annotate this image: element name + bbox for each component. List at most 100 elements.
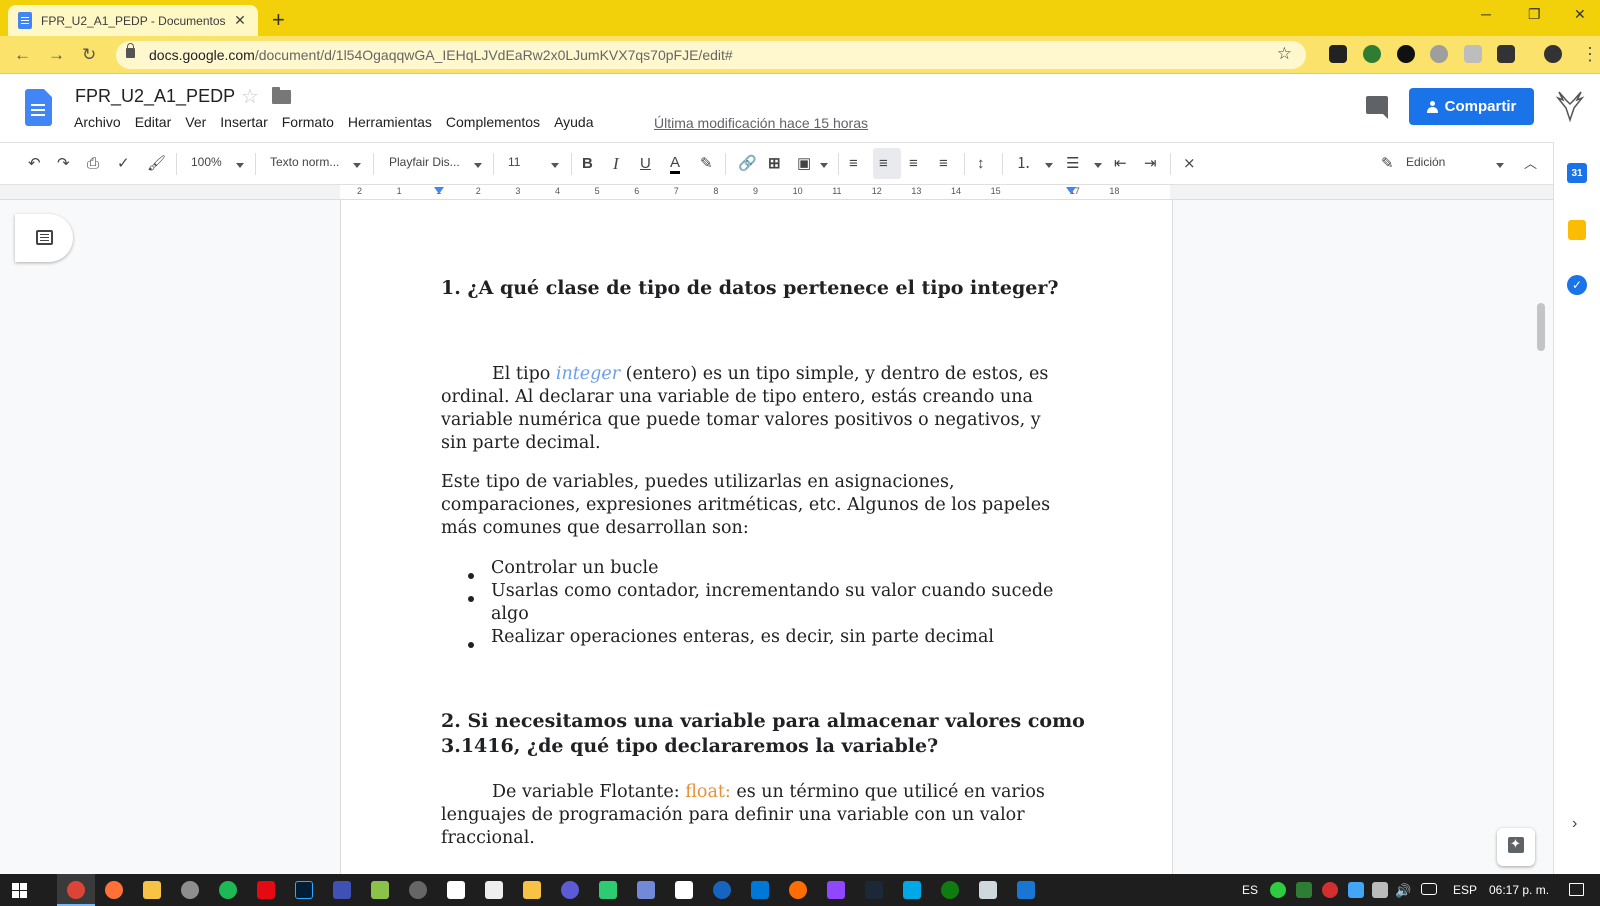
file-explorer-taskbar-icon[interactable] (143, 881, 161, 899)
scrollbar-thumb[interactable] (1537, 303, 1545, 351)
minimize-window-button[interactable]: ─ (1481, 6, 1491, 22)
twitch-taskbar-icon[interactable] (827, 881, 845, 899)
app-taskbar-icon-13[interactable] (523, 881, 541, 899)
extension-icon-4[interactable] (1430, 45, 1448, 63)
undo-icon[interactable]: ↶ (28, 154, 41, 174)
underline-button[interactable]: U (640, 154, 651, 174)
expand-side-panel-icon[interactable]: › (1572, 815, 1577, 833)
clear-formatting-icon[interactable]: ⨯ (1183, 154, 1196, 174)
volume-icon[interactable]: 🔊 (1395, 883, 1411, 899)
tray-icon-4[interactable] (1348, 882, 1364, 898)
bold-button[interactable]: B (582, 154, 593, 174)
network-icon[interactable] (1421, 883, 1437, 895)
menu-ver[interactable]: Ver (185, 114, 206, 130)
size-chevron-down-icon[interactable] (551, 163, 559, 168)
app-taskbar-icon-18[interactable] (713, 881, 731, 899)
font-size-select[interactable]: 11 (508, 155, 520, 169)
input-language-indicator[interactable]: ES (1242, 883, 1258, 897)
url-text[interactable]: docs.google.com/document/d/1l54OgaqqwGA_… (149, 47, 733, 63)
steam-taskbar-icon[interactable] (865, 881, 883, 899)
document-outline-button[interactable] (15, 214, 73, 262)
app-taskbar-icon-14[interactable] (561, 881, 579, 899)
address-bar[interactable]: docs.google.com/document/d/1l54OgaqqwGA_… (116, 41, 1306, 69)
font-select[interactable]: Playfair Dis... (389, 155, 460, 169)
menu-complementos[interactable]: Complementos (446, 114, 540, 130)
document-title[interactable]: FPR_U2_A1_PEDP (75, 86, 235, 107)
collapse-menus-icon[interactable]: ︿ (1524, 154, 1537, 174)
menu-herramientas[interactable]: Herramientas (348, 114, 432, 130)
align-left-icon[interactable]: ≡ (849, 154, 858, 174)
zoom-select[interactable]: 100% (191, 155, 222, 169)
app-taskbar-icon-20[interactable] (789, 881, 807, 899)
restore-window-button[interactable]: ❐ (1528, 6, 1541, 23)
image-chevron-down-icon[interactable] (820, 163, 828, 168)
redo-icon[interactable]: ↷ (57, 154, 70, 174)
reload-button[interactable]: ↻ (82, 45, 96, 65)
align-justify-icon[interactable]: ≡ (939, 154, 948, 174)
netflix-taskbar-icon[interactable] (257, 881, 275, 899)
print-icon[interactable]: ⎙ (87, 154, 99, 174)
tray-icon-3[interactable] (1322, 882, 1338, 898)
align-center-icon[interactable]: ≡ (879, 154, 888, 174)
tray-shield-icon[interactable] (1296, 882, 1312, 898)
xbox-taskbar-icon[interactable] (941, 881, 959, 899)
app-taskbar-icon-26[interactable] (1017, 881, 1035, 899)
app-taskbar-icon-4[interactable] (181, 881, 199, 899)
bulleted-list-chevron-down-icon[interactable] (1094, 163, 1102, 168)
insert-link-icon[interactable]: 🔗 (738, 154, 757, 174)
move-folder-icon[interactable] (272, 87, 291, 104)
account-avatar-icon[interactable] (1555, 90, 1585, 124)
ruler[interactable]: 2 1 1 2 3 4 5 6 7 8 9 10 11 12 13 14 15 17 18 (0, 185, 1553, 200)
align-right-icon[interactable]: ≡ (909, 154, 918, 174)
mode-chevron-down-icon[interactable] (1496, 163, 1504, 168)
zoom-chevron-down-icon[interactable] (236, 163, 244, 168)
menu-formato[interactable]: Formato (282, 114, 334, 130)
increase-indent-icon[interactable]: ⇥ (1144, 154, 1157, 174)
app-taskbar-icon-19[interactable] (751, 881, 769, 899)
windows-start-icon[interactable] (12, 883, 27, 898)
photoshop-taskbar-icon[interactable] (295, 881, 313, 899)
calendar-icon[interactable]: 31 (1567, 163, 1587, 183)
extension-icon-1[interactable] (1329, 45, 1347, 63)
paint-format-icon[interactable]: 🖌 (147, 154, 166, 174)
document-page[interactable]: 1. ¿A qué clase de tipo de datos pertene… (340, 200, 1173, 874)
highlight-icon[interactable]: ✎ (700, 154, 713, 174)
insert-comment-icon[interactable]: ⊞ (768, 154, 781, 174)
browser-menu-icon[interactable]: ⋮ (1581, 44, 1599, 65)
star-document-icon[interactable]: ☆ (241, 84, 259, 109)
app-taskbar-icon-23[interactable] (903, 881, 921, 899)
line-spacing-icon[interactable]: ↕ (977, 154, 985, 174)
spotify-taskbar-icon[interactable] (219, 881, 237, 899)
extension-icon-6[interactable] (1497, 45, 1515, 63)
menu-ayuda[interactable]: Ayuda (554, 114, 593, 130)
new-tab-button[interactable]: + (272, 7, 285, 33)
app-taskbar-icon-15[interactable] (599, 881, 617, 899)
insert-image-icon[interactable]: ▣ (797, 154, 811, 174)
last-edit-link[interactable]: Última modificación hace 15 horas (654, 115, 868, 131)
forward-button[interactable]: → (48, 45, 65, 65)
extension-icon-5[interactable] (1464, 45, 1482, 63)
spellcheck-icon[interactable]: ✓ (117, 154, 130, 174)
close-window-button[interactable]: ✕ (1574, 6, 1586, 23)
store-taskbar-icon[interactable] (485, 881, 503, 899)
app-taskbar-icon-25[interactable] (979, 881, 997, 899)
paragraph-style-select[interactable]: Texto norm... (270, 155, 339, 169)
profile-avatar[interactable] (1544, 45, 1562, 63)
extension-icon-3[interactable] (1397, 45, 1415, 63)
discord-taskbar-icon[interactable] (637, 881, 655, 899)
tray-icon-1[interactable] (1270, 882, 1286, 898)
numbered-list-icon[interactable]: ⒈ (1016, 154, 1031, 174)
decrease-indent-icon[interactable]: ⇤ (1114, 154, 1127, 174)
explore-button[interactable] (1497, 828, 1535, 866)
italic-button[interactable]: I (613, 154, 619, 174)
chrome-taskbar-icon[interactable] (67, 881, 85, 899)
lock-icon[interactable] (126, 43, 135, 58)
app-taskbar-icon-8[interactable] (333, 881, 351, 899)
share-button[interactable]: Compartir (1409, 88, 1534, 125)
system-clock[interactable]: 06:17 p. m. (1489, 883, 1549, 897)
style-chevron-down-icon[interactable] (353, 163, 361, 168)
menu-editar[interactable]: Editar (135, 114, 172, 130)
notepad-taskbar-icon[interactable] (675, 881, 693, 899)
tasks-icon[interactable]: ✓ (1567, 275, 1587, 295)
extension-icon-2[interactable] (1363, 45, 1381, 63)
